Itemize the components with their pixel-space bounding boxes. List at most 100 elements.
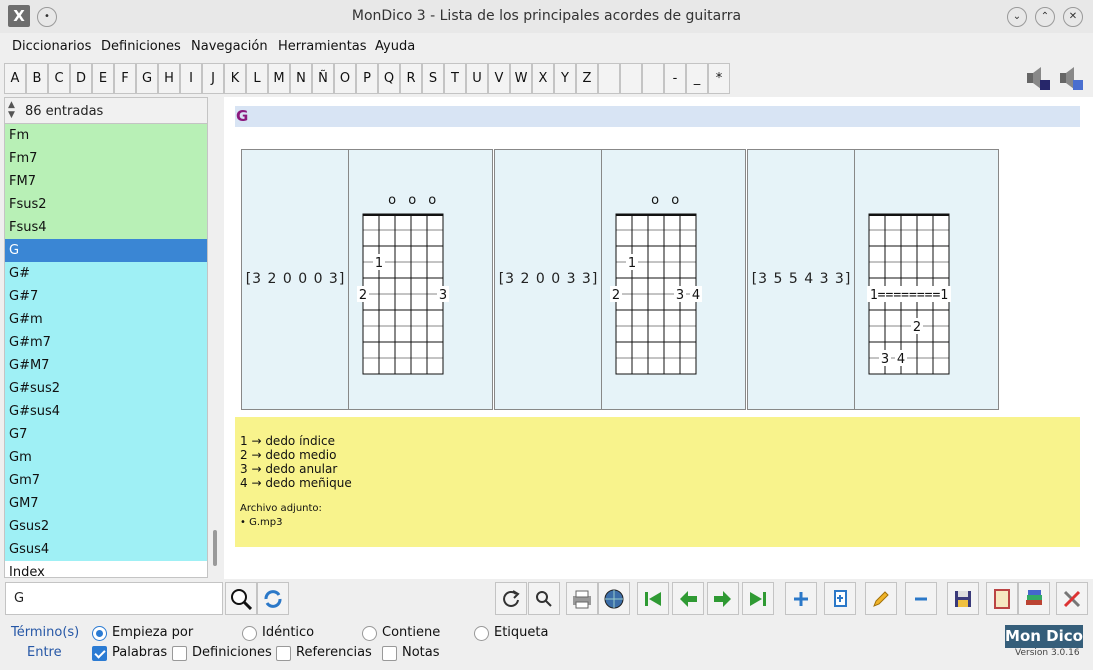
print-icon[interactable] (566, 582, 598, 615)
references-checkbox[interactable] (276, 646, 291, 661)
letter-button[interactable] (598, 63, 620, 94)
entry-list-item[interactable]: GM7 (5, 492, 207, 515)
letter-button[interactable]: Ñ (312, 63, 334, 94)
entry-list-item[interactable]: Fm7 (5, 147, 207, 170)
letter-button[interactable]: * (708, 63, 730, 94)
notes-checkbox[interactable] (382, 646, 397, 661)
letter-button[interactable]: K (224, 63, 246, 94)
entry-list-item[interactable]: G#M7 (5, 354, 207, 377)
entry-list-item[interactable]: Fsus2 (5, 193, 207, 216)
letter-button[interactable]: _ (686, 63, 708, 94)
dictionary-book-icon[interactable] (986, 582, 1018, 615)
letter-button[interactable]: V (488, 63, 510, 94)
letter-button[interactable]: P (356, 63, 378, 94)
finger-number: 1 (375, 256, 383, 271)
entry-list-item[interactable]: Fm (5, 124, 207, 147)
web-icon[interactable] (598, 582, 630, 615)
entry-list-item[interactable]: Gsus2 (5, 515, 207, 538)
entry-list-item[interactable]: G#m (5, 308, 207, 331)
first-entry-icon[interactable] (637, 582, 669, 615)
letter-button[interactable]: M (268, 63, 290, 94)
words-checkbox[interactable] (92, 646, 107, 661)
next-entry-icon[interactable] (707, 582, 739, 615)
entry-list-item[interactable]: G#7 (5, 285, 207, 308)
settings-tools-icon[interactable] (1056, 582, 1088, 615)
search-input[interactable]: G (5, 582, 223, 615)
refresh-icon[interactable] (257, 582, 289, 615)
letter-button[interactable]: Y (554, 63, 576, 94)
entry-list-item[interactable]: G#sus2 (5, 377, 207, 400)
entry-list-item[interactable]: Gm7 (5, 469, 207, 492)
letter-button[interactable]: W (510, 63, 532, 94)
letter-button[interactable] (642, 63, 664, 94)
menu-ayuda[interactable]: Ayuda (375, 39, 415, 54)
letter-button[interactable]: O (334, 63, 356, 94)
letter-button[interactable]: A (4, 63, 26, 94)
letter-button[interactable]: T (444, 63, 466, 94)
reload-icon[interactable] (495, 582, 527, 615)
sort-spinner-icon[interactable]: ▲ ▼ (8, 100, 15, 120)
last-entry-icon[interactable] (742, 582, 774, 615)
menu-diccionarios[interactable]: Diccionarios (12, 39, 91, 54)
words-label: Palabras (112, 645, 168, 660)
entry-list-item[interactable]: G#m7 (5, 331, 207, 354)
sound-save-icon[interactable] (1023, 63, 1053, 94)
chord-fingering: [3 2 0 0 3 3] (498, 271, 599, 287)
entry-list-item[interactable]: Index (5, 561, 207, 577)
entry-list-item[interactable]: G (5, 239, 207, 262)
letter-button[interactable]: D (70, 63, 92, 94)
letter-button[interactable]: J (202, 63, 224, 94)
menu-definiciones[interactable]: Definiciones (101, 39, 181, 54)
letter-button[interactable]: G (136, 63, 158, 94)
letter-button[interactable]: Z (576, 63, 598, 94)
letter-button[interactable]: L (246, 63, 268, 94)
minimize-button[interactable]: ⌄ (1007, 7, 1027, 27)
between-label: Entre (27, 645, 62, 660)
letter-button[interactable]: E (92, 63, 114, 94)
letter-button[interactable]: F (114, 63, 136, 94)
delete-entry-icon[interactable] (905, 582, 937, 615)
letter-button[interactable]: S (422, 63, 444, 94)
letter-button[interactable]: C (48, 63, 70, 94)
tag-radio[interactable] (474, 626, 489, 641)
duplicate-entry-icon[interactable] (824, 582, 856, 615)
contains-radio[interactable] (362, 626, 377, 641)
letter-button[interactable]: R (400, 63, 422, 94)
attachment-link[interactable]: • G.mp3 (240, 516, 1075, 530)
entry-list-item[interactable]: Fsus4 (5, 216, 207, 239)
letter-button[interactable]: I (180, 63, 202, 94)
close-button[interactable]: ✕ (1063, 7, 1083, 27)
entry-list-item[interactable]: G#sus4 (5, 400, 207, 423)
identical-radio[interactable] (242, 626, 257, 641)
list-scrollbar[interactable] (208, 97, 222, 578)
find-icon[interactable] (528, 582, 560, 615)
previous-entry-icon[interactable] (672, 582, 704, 615)
entry-list-item[interactable]: G# (5, 262, 207, 285)
starts-with-radio[interactable] (92, 626, 107, 641)
search-button[interactable] (225, 582, 257, 615)
sound-play-icon[interactable] (1056, 63, 1086, 94)
add-entry-icon[interactable] (785, 582, 817, 615)
books-icon[interactable] (1018, 582, 1050, 615)
entry-list-item[interactable]: G7 (5, 423, 207, 446)
scrollbar-thumb[interactable] (213, 530, 217, 566)
chord-diagram-1: [3 2 0 0 0 3] o o o 1 2 3 (241, 149, 493, 410)
letter-button[interactable]: - (664, 63, 686, 94)
entry-list-item[interactable]: FM7 (5, 170, 207, 193)
entry-list-item[interactable]: Gsus4 (5, 538, 207, 561)
maximize-button[interactable]: ⌃ (1035, 7, 1055, 27)
letter-button[interactable] (620, 63, 642, 94)
entry-list-item[interactable]: Gm (5, 446, 207, 469)
edit-pencil-icon[interactable] (865, 582, 897, 615)
letter-button[interactable]: U (466, 63, 488, 94)
term-label: Término(s) (11, 625, 80, 640)
menu-navegacion[interactable]: Navegación (191, 39, 268, 54)
definitions-checkbox[interactable] (172, 646, 187, 661)
letter-button[interactable]: N (290, 63, 312, 94)
menu-herramientas[interactable]: Herramientas (278, 39, 367, 54)
letter-button[interactable]: Q (378, 63, 400, 94)
letter-button[interactable]: X (532, 63, 554, 94)
letter-button[interactable]: B (26, 63, 48, 94)
letter-button[interactable]: H (158, 63, 180, 94)
save-icon[interactable] (947, 582, 979, 615)
